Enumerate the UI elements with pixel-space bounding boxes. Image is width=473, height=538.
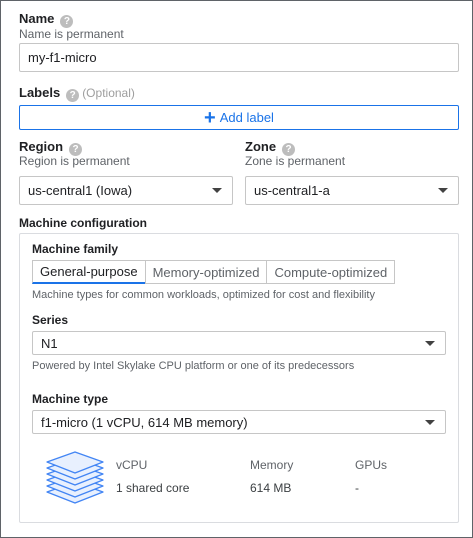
spec-value-memory: 614 MB <box>250 481 292 495</box>
name-input-value: my-f1-micro <box>28 50 97 65</box>
region-label: Region <box>19 139 64 154</box>
dropdown-caret-icon <box>212 188 222 193</box>
help-icon[interactable]: ? <box>66 89 80 102</box>
zone-select[interactable]: us-central1-a <box>245 176 459 205</box>
spec-header-gpus: GPUs <box>355 458 388 472</box>
machine-type-select-value: f1-micro (1 vCPU, 614 MB memory) <box>41 414 248 430</box>
region-select[interactable]: us-central1 (Iowa) <box>19 176 233 205</box>
series-description: Powered by Intel Skylake CPU platform or… <box>32 360 355 372</box>
series-select[interactable]: N1 <box>32 331 446 355</box>
tab-general-purpose[interactable]: General-purpose <box>32 260 146 284</box>
machine-family-tabs: General-purpose Memory-optimized Compute… <box>32 260 396 284</box>
add-label-text: Add label <box>219 110 274 125</box>
plus-icon: + <box>204 106 216 129</box>
spec-value-gpus: - <box>355 481 359 495</box>
machine-configuration-heading: Machine configuration <box>19 216 148 230</box>
labels-label: Labels <box>19 85 61 100</box>
machine-type-select[interactable]: f1-micro (1 vCPU, 614 MB memory) <box>32 410 446 434</box>
zone-select-value: us-central1-a <box>254 183 330 198</box>
machine-family-description: Machine types for common workloads, opti… <box>32 289 375 301</box>
add-label-button[interactable]: + Add label <box>19 105 459 130</box>
zone-label: Zone <box>245 139 277 154</box>
labels-optional: (Optional) <box>82 86 135 100</box>
zone-hint: Zone is permanent <box>245 154 346 168</box>
series-label: Series <box>32 313 69 327</box>
labels-heading: Labels? (Optional) <box>19 85 135 102</box>
spec-header-vcpu: vCPU <box>116 458 148 472</box>
layers-stack-icon <box>46 451 104 504</box>
tab-compute-optimized[interactable]: Compute-optimized <box>266 260 396 284</box>
dropdown-caret-icon <box>425 419 435 425</box>
dropdown-caret-icon <box>425 340 435 346</box>
name-heading: Name? <box>19 11 74 28</box>
region-select-value: us-central1 (Iowa) <box>28 183 133 198</box>
spec-header-memory: Memory <box>250 458 294 472</box>
dropdown-caret-icon <box>438 188 448 193</box>
name-input[interactable]: my-f1-micro <box>19 43 459 72</box>
name-label: Name <box>19 11 55 26</box>
spec-value-vcpu: 1 shared core <box>116 481 190 495</box>
series-select-value: N1 <box>41 335 58 351</box>
name-hint: Name is permanent <box>19 27 124 41</box>
region-hint: Region is permanent <box>19 154 130 168</box>
machine-type-label: Machine type <box>32 392 109 406</box>
machine-family-label: Machine family <box>32 242 119 256</box>
tab-memory-optimized[interactable]: Memory-optimized <box>144 260 268 284</box>
